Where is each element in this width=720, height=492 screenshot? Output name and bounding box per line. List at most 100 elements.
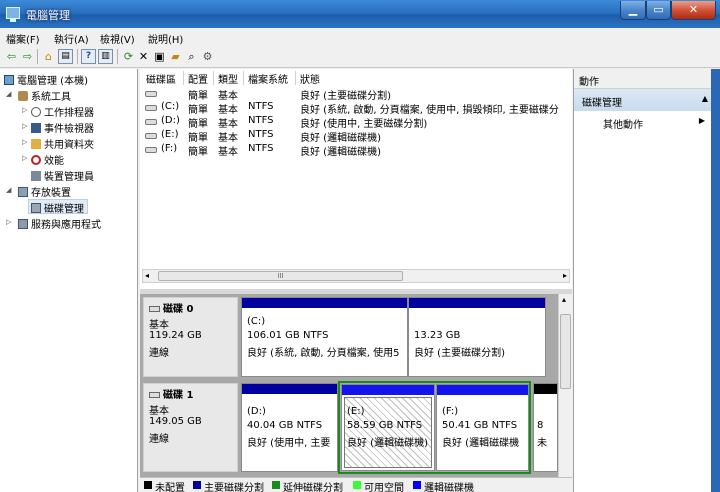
storage-icon <box>18 187 28 197</box>
legend-label-primary: 主要磁碟分割 <box>204 483 264 492</box>
show-hide-tree-icon[interactable]: ▤ <box>58 49 73 64</box>
collapse-arrow-icon[interactable]: ◢ <box>6 90 11 98</box>
legend-label-extended: 延伸磁碟分割 <box>283 483 343 492</box>
volume-icon <box>145 119 157 125</box>
disk-1-label[interactable]: 磁碟 1 基本 149.05 GB 連線 <box>143 383 238 472</box>
expand-arrow-icon[interactable]: ▷ <box>22 122 27 130</box>
services-icon <box>18 219 28 229</box>
collapse-up-icon[interactable]: ▲ <box>702 94 708 103</box>
legend-label-free-space: 可用空間 <box>364 483 404 492</box>
expand-arrow-icon[interactable]: ▷ <box>6 218 11 226</box>
legend-label-unallocated: 未配置 <box>155 483 185 492</box>
horizontal-scrollbar[interactable]: ◂ III ▸ <box>142 269 570 283</box>
menu-file[interactable]: 檔案(F) <box>6 31 40 46</box>
device-manager-icon <box>31 171 41 181</box>
maximize-button[interactable]: ▭ <box>646 1 671 20</box>
tools-icon <box>18 91 28 101</box>
column-status[interactable]: 狀態 <box>296 71 570 86</box>
tree-item-device-manager[interactable]: 裝置管理員 <box>31 168 94 183</box>
computer-icon <box>4 75 14 85</box>
computer-management-window: 電腦管理 ▁ ▭ ✕ 檔案(F) 執行(A) 檢視(V) 說明(H) ⇦ ⇨ ⌂… <box>0 0 720 492</box>
expand-arrow-icon[interactable]: ▷ <box>22 138 27 146</box>
menu-bar: 檔案(F) 執行(A) 檢視(V) 說明(H) <box>0 28 720 46</box>
scroll-left-icon[interactable]: ◂ <box>145 271 149 280</box>
volume-icon <box>145 147 157 153</box>
minimize-button[interactable]: ▁ <box>620 1 646 20</box>
open-folder-icon[interactable]: ▰ <box>168 49 183 64</box>
legend: 未配置 主要磁碟分割 延伸磁碟分割 可用空間 邏輯磁碟機 <box>140 477 572 492</box>
forward-icon[interactable]: ⇨ <box>20 49 35 64</box>
actions-group-disk-management[interactable]: 磁碟管理 ▲ <box>574 89 714 111</box>
volume-icon <box>145 133 157 139</box>
shared-folder-icon <box>31 139 41 149</box>
refresh-icon[interactable]: ⟳ <box>121 49 136 64</box>
menu-view[interactable]: 檢視(V) <box>100 31 135 46</box>
expand-arrow-icon[interactable]: ▷ <box>22 154 27 162</box>
clock-icon <box>31 107 41 117</box>
column-file-system[interactable]: 檔案系統 <box>244 71 296 86</box>
disk-map: 磁碟 0 基本 119.24 GB 連線 (C:) 106.01 GB NTFS… <box>140 294 572 492</box>
tree-item-disk-management[interactable]: 磁碟管理 <box>28 199 88 215</box>
chevron-right-icon: ▶ <box>698 116 705 125</box>
tree-item-system-tools[interactable]: 系統工具 <box>18 88 71 103</box>
actions-header: 動作 <box>574 69 720 89</box>
properties-icon[interactable]: ▣ <box>152 49 167 64</box>
scrollbar-thumb[interactable] <box>560 314 571 389</box>
toolbar: ⇦ ⇨ ⌂ ▤ ? ▥ ⟳ ✕ ▣ ▰ ⌕ ⚙ <box>0 46 720 68</box>
window-edge <box>711 69 720 492</box>
actions-pane: 動作 磁碟管理 ▲ 其他動作 ▶ <box>573 69 720 492</box>
expand-arrow-icon[interactable]: ▷ <box>22 106 27 114</box>
help-icon[interactable]: ? <box>81 49 96 64</box>
legend-swatch-unallocated <box>144 481 152 489</box>
disk-0-label[interactable]: 磁碟 0 基本 119.24 GB 連線 <box>143 297 238 377</box>
search-icon[interactable]: ⌕ <box>184 49 199 64</box>
collapse-arrow-icon[interactable]: ◢ <box>6 186 11 194</box>
partition-unallocated[interactable]: 8 未 <box>533 383 558 472</box>
close-button[interactable]: ✕ <box>671 1 716 20</box>
event-viewer-icon <box>31 123 41 133</box>
partition-d[interactable]: (D:) 40.04 GB NTFS 良好 (使用中, 主要 <box>241 383 338 472</box>
vertical-scrollbar[interactable]: ▴ <box>558 294 572 477</box>
partition-c[interactable]: (C:) 106.01 GB NTFS 良好 (系統, 啟動, 分頁檔案, 使用… <box>241 297 408 377</box>
volume-icon <box>145 105 157 111</box>
window-title: 電腦管理 <box>26 9 70 22</box>
tree-item-performance[interactable]: 效能 <box>31 152 64 167</box>
legend-swatch-extended <box>272 481 280 489</box>
disk-management-pane: 磁碟區 配置 類型 檔案系統 狀態 簡單 基本 良好 (主要磁碟分割) (C:)… <box>140 69 572 492</box>
show-hide-action-pane-icon[interactable]: ▥ <box>98 49 113 64</box>
tree-item-task-scheduler[interactable]: 工作排程器 <box>31 104 94 119</box>
tree-item-shared-folders[interactable]: 共用資料夾 <box>31 136 94 151</box>
partition-f[interactable]: (F:) 50.41 GB NTFS 良好 (邏輯磁碟機 <box>436 384 529 471</box>
settings-icon[interactable]: ⚙ <box>200 49 215 64</box>
navigation-tree: 電腦管理 (本機) ◢ 系統工具 ▷ 工作排程器 ▷ 事件檢視器 ▷ 共用資料夾… <box>0 69 138 492</box>
column-type[interactable]: 類型 <box>214 71 244 86</box>
legend-swatch-logical <box>413 481 421 489</box>
performance-icon <box>31 155 41 165</box>
partition-primary[interactable]: 13.23 GB 良好 (主要磁碟分割) <box>408 297 546 377</box>
back-icon[interactable]: ⇦ <box>4 49 19 64</box>
scroll-up-icon[interactable]: ▴ <box>562 295 566 304</box>
more-actions[interactable]: 其他動作 ▶ <box>574 111 714 131</box>
disk-icon <box>149 392 160 398</box>
column-layout[interactable]: 配置 <box>184 71 214 86</box>
partition-e[interactable]: (E:) 58.59 GB NTFS 良好 (邏輯磁碟機) <box>341 384 435 471</box>
menu-action[interactable]: 執行(A) <box>54 31 89 46</box>
tree-item-storage[interactable]: 存放裝置 <box>18 184 71 199</box>
column-volume[interactable]: 磁碟區 <box>142 71 184 86</box>
scrollbar-thumb[interactable]: III <box>158 271 403 281</box>
disk-icon <box>149 306 160 312</box>
legend-label-logical: 邏輯磁碟機 <box>424 483 474 492</box>
menu-help[interactable]: 說明(H) <box>148 31 183 46</box>
tree-item-services-applications[interactable]: 服務與應用程式 <box>18 216 101 231</box>
title-bar: 電腦管理 ▁ ▭ ✕ <box>0 0 720 28</box>
up-folder-icon[interactable]: ⌂ <box>41 49 56 64</box>
delete-icon[interactable]: ✕ <box>136 49 151 64</box>
tree-item-event-viewer[interactable]: 事件檢視器 <box>31 120 94 135</box>
volume-icon <box>145 91 157 97</box>
legend-swatch-primary <box>193 481 201 489</box>
legend-swatch-free-space <box>353 481 361 489</box>
scroll-right-icon[interactable]: ▸ <box>563 271 567 280</box>
disk-icon <box>31 203 41 213</box>
computer-management-icon <box>6 7 20 22</box>
tree-item-computer-management[interactable]: 電腦管理 (本機) <box>4 72 88 87</box>
